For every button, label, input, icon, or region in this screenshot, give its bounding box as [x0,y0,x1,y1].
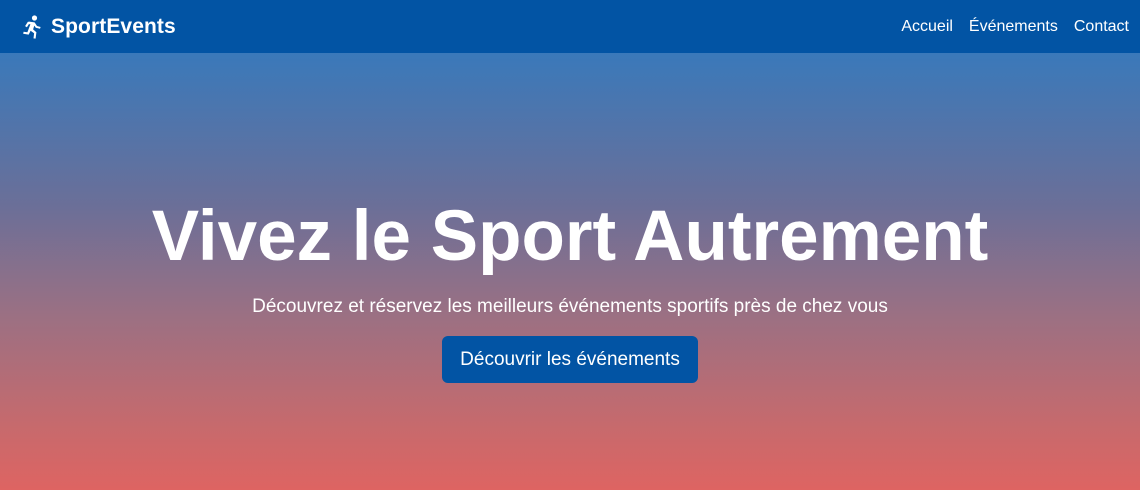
running-person-icon [20,14,42,39]
hero-title: Vivez le Sport Autrement [151,197,989,276]
hero-subtitle: Découvrez et réservez les meilleurs évén… [252,296,888,317]
navbar: SportEvents Accueil Événements Contact [0,0,1140,53]
hero-section: Vivez le Sport Autrement Découvrez et ré… [0,53,1140,490]
brand-logo-link[interactable]: SportEvents [20,15,176,39]
nav-links: Accueil Événements Contact [901,18,1129,36]
nav-link-evenements[interactable]: Événements [969,18,1058,36]
discover-events-button[interactable]: Découvrir les événements [442,336,698,383]
nav-link-accueil[interactable]: Accueil [901,18,953,36]
brand-name: SportEvents [51,14,176,38]
nav-link-contact[interactable]: Contact [1074,18,1129,36]
